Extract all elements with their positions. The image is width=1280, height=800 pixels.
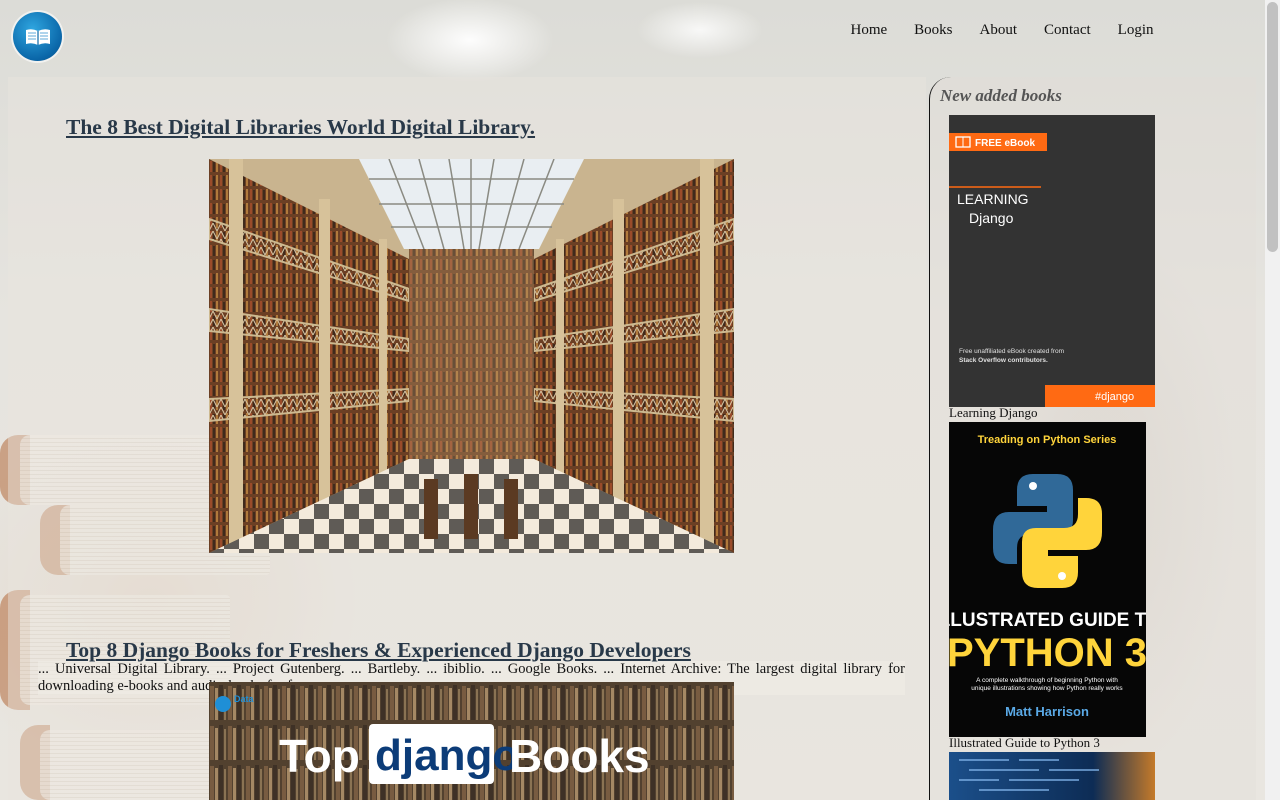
main-nav: Home Books About Contact Login [837,22,1167,39]
svg-text:Free unaffiliated eBook create: Free unaffiliated eBook created from [959,348,1064,355]
svg-text:FREE eBook: FREE eBook [975,138,1035,149]
book-logo-icon[interactable] [13,12,62,61]
nav-about-link[interactable]: About [966,22,1031,39]
code-book-cover[interactable] [949,752,1155,800]
book-caption-learning-django[interactable]: Learning Django [949,405,1037,421]
svg-text:Books: Books [509,730,650,782]
nav-books-link[interactable]: Books [901,22,966,39]
learning-django-cover[interactable]: FREE eBook LEARNING Django Free unaffili… [949,115,1155,407]
book-caption-python3-guide[interactable]: Illustrated Guide to Python 3 [949,735,1100,751]
svg-text:django: django [375,731,519,780]
nav-login-link[interactable]: Login [1104,22,1167,39]
scrollbar-thumb[interactable] [1267,2,1278,252]
article-title-digital-libraries[interactable]: The 8 Best Digital Libraries World Digit… [66,115,535,140]
svg-text:Django: Django [969,210,1014,226]
page-scrollbar[interactable] [1265,0,1280,800]
articles-panel: The 8 Best Digital Libraries World Digit… [8,77,926,800]
python3-guide-cover[interactable]: Treading on Python Series ILLUSTRATED GU… [949,422,1146,737]
svg-text:ILLUSTRATED GUIDE TO: ILLUSTRATED GUIDE TO [949,610,1146,631]
svg-text:LEARNING: LEARNING [957,191,1029,207]
svg-text:A complete walkthrough of begi: A complete walkthrough of beginning Pyth… [976,677,1118,684]
svg-text:#django: #django [1095,391,1134,403]
svg-text:Matt Harrison: Matt Harrison [1005,704,1089,719]
sidebar-title: New added books [940,86,1062,105]
article-title-django-books[interactable]: Top 8 Django Books for Freshers & Experi… [66,638,691,663]
svg-text:Top: Top [279,730,360,782]
svg-text:Data: Data [234,694,255,704]
new-books-sidebar: New added books FREE eBook LEARNING Djan… [929,77,1256,800]
library-interior-image[interactable] [209,159,734,553]
site-header: Home Books About Contact Login [0,0,1265,75]
svg-text:unique illustrations showing h: unique illustrations showing how Python … [971,685,1123,692]
svg-text:Treading on Python Series: Treading on Python Series [978,434,1117,446]
top-django-books-image[interactable]: Data Top django Books [209,682,734,800]
svg-text:PYTHON 3: PYTHON 3 [949,631,1146,675]
nav-home-link[interactable]: Home [837,22,901,39]
svg-text:Stack Overflow contributors.: Stack Overflow contributors. [959,357,1048,364]
nav-contact-link[interactable]: Contact [1031,22,1105,39]
